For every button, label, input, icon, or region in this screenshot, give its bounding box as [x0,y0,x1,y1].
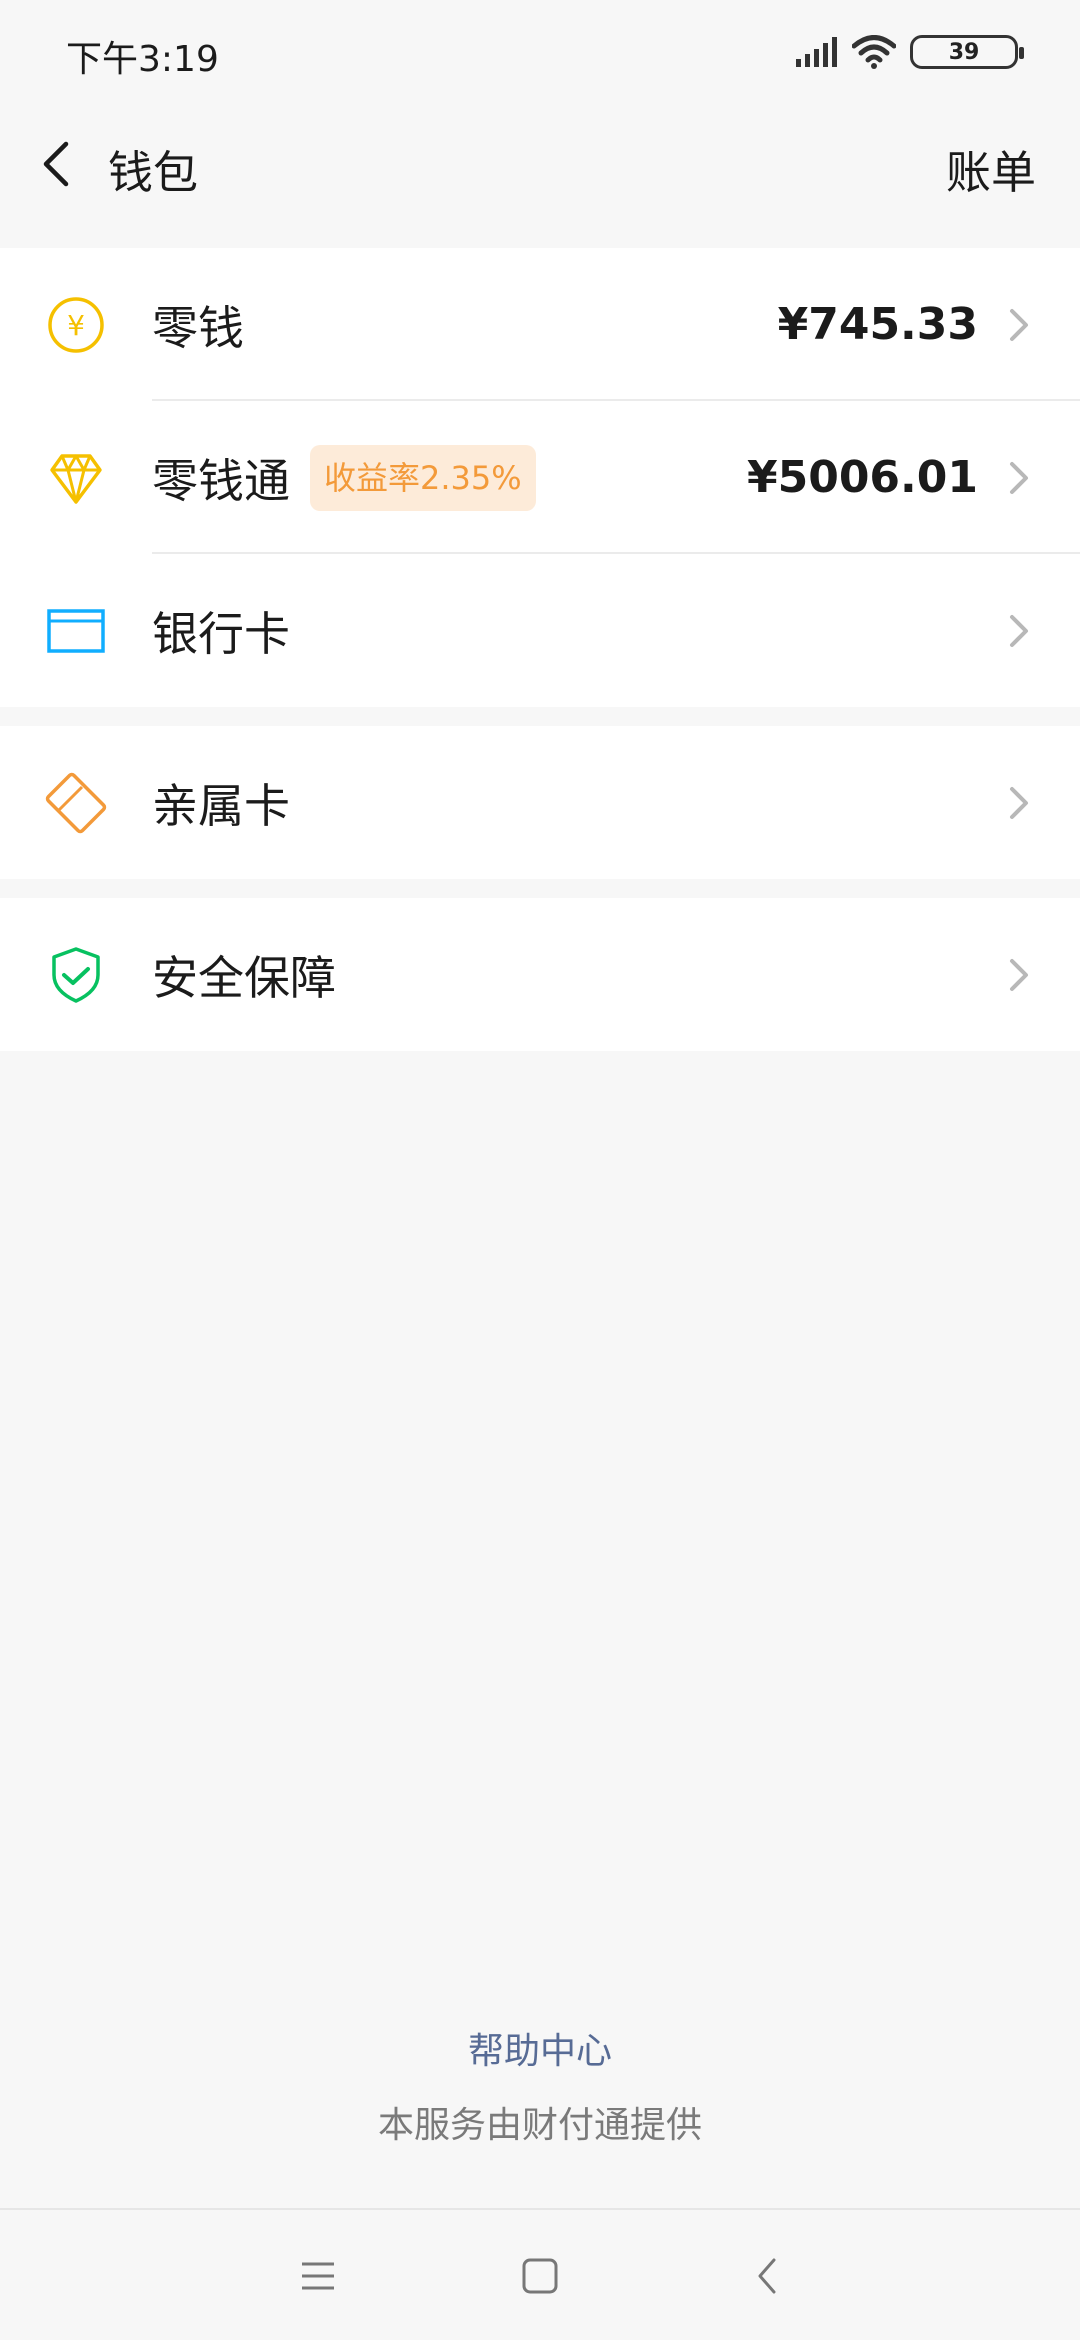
bank-card-icon [47,608,105,653]
signal-icon [796,37,837,67]
back-icon[interactable] [746,2254,790,2298]
wallet-item-label: 零钱通 [152,453,290,508]
family-card-icon [45,772,107,833]
wallet-item-label: 零钱 [152,300,244,355]
status-time: 下午3:19 [66,39,219,80]
wallet-item-change[interactable]: ¥ 零钱 ¥745.33 [0,248,1080,401]
provider-note: 本服务由财付通提供 [377,2105,702,2146]
battery-level: 39 [948,39,980,65]
chevron-right-icon [1010,958,1028,991]
wallet-item-amount: ¥5006.01 [746,452,978,503]
home-icon[interactable] [518,2254,562,2298]
bill-button[interactable]: 账单 [946,136,1036,201]
chevron-right-icon [1010,786,1028,819]
wallet-item-bank-card[interactable]: 银行卡 [0,554,1080,707]
wallet-group-main: ¥ 零钱 ¥745.33 零钱通 收益率2.35% ¥5006.01 银行卡 [0,248,1080,707]
wallet-item-lqt[interactable]: 零钱通 收益率2.35% ¥5006.01 [0,401,1080,554]
wallet-group-security: 安全保障 [0,898,1080,1051]
wallet-item-amount: ¥745.33 [777,299,978,350]
wallet-screen: 下午3:19 39 钱包 账单 ¥ 零钱 ¥745.33 零钱通 收益率2.35… [0,0,1080,2340]
wifi-icon [852,35,896,69]
chevron-right-icon [1010,614,1028,647]
yuan-coin-icon: ¥ [48,296,104,353]
chevron-left-icon[interactable] [30,134,90,194]
shield-check-icon [52,946,100,1003]
status-icons: 39 [796,32,1024,72]
diamond-icon [50,453,102,504]
yield-badge: 收益率2.35% [310,444,536,511]
page-title: 钱包 [108,146,199,199]
status-bar: 下午3:19 39 [0,0,1080,100]
battery-icon: 39 [910,35,1024,69]
wallet-item-label: 银行卡 [152,606,290,661]
wallet-item-family-card[interactable]: 亲属卡 [0,726,1080,879]
chevron-right-icon [1010,308,1028,341]
help-center-link[interactable]: 帮助中心 [0,2022,1080,2074]
system-nav-bar [0,2208,1080,2340]
nav-bar: 钱包 账单 [0,110,1080,220]
svg-text:¥: ¥ [67,309,85,342]
menu-icon[interactable] [296,2254,340,2298]
wallet-item-label: 安全保障 [152,950,336,1005]
wallet-item-security[interactable]: 安全保障 [0,898,1080,1051]
wallet-item-label: 亲属卡 [152,778,290,833]
wallet-group-family: 亲属卡 [0,726,1080,879]
chevron-right-icon [1010,461,1028,494]
